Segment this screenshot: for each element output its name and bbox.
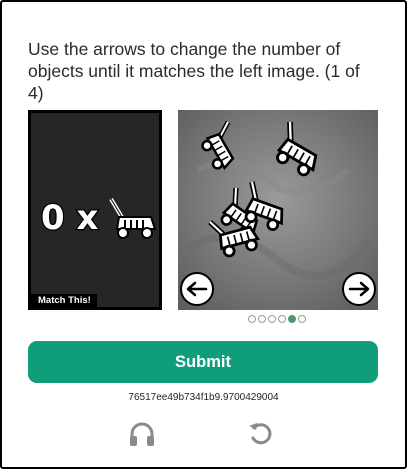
next-arrow-button[interactable] — [342, 272, 376, 306]
reference-count-text: 0 x — [41, 198, 98, 238]
arrow-right-icon — [348, 281, 370, 297]
pagination-dot — [268, 315, 276, 323]
pagination-dots — [248, 314, 306, 324]
reference-illustration: 0 x — [40, 197, 157, 239]
pagination-dot — [278, 315, 286, 323]
reference-image: 0 x Match This! — [28, 110, 162, 310]
pagination-dot — [258, 315, 266, 323]
reload-challenge-button[interactable] — [247, 420, 275, 448]
answer-image — [178, 110, 378, 310]
pagination-dot — [298, 315, 306, 323]
previous-arrow-button[interactable] — [180, 272, 214, 306]
pagination-dot — [248, 315, 256, 323]
reference-image-inner: 0 x Match This! — [31, 113, 159, 307]
headphones-icon — [130, 422, 154, 446]
session-id: 76517ee49b734f1b9.9700429004 — [128, 392, 279, 403]
arrow-left-icon — [186, 281, 208, 297]
reload-icon — [249, 422, 272, 445]
lawnmower-icon — [109, 197, 157, 239]
submit-button[interactable]: Submit — [28, 341, 378, 383]
match-this-label: Match This! — [31, 294, 97, 307]
challenge-instructions: Use the arrows to change the number of o… — [28, 39, 360, 103]
pagination-dot — [288, 315, 296, 323]
audio-challenge-button[interactable] — [128, 420, 156, 448]
